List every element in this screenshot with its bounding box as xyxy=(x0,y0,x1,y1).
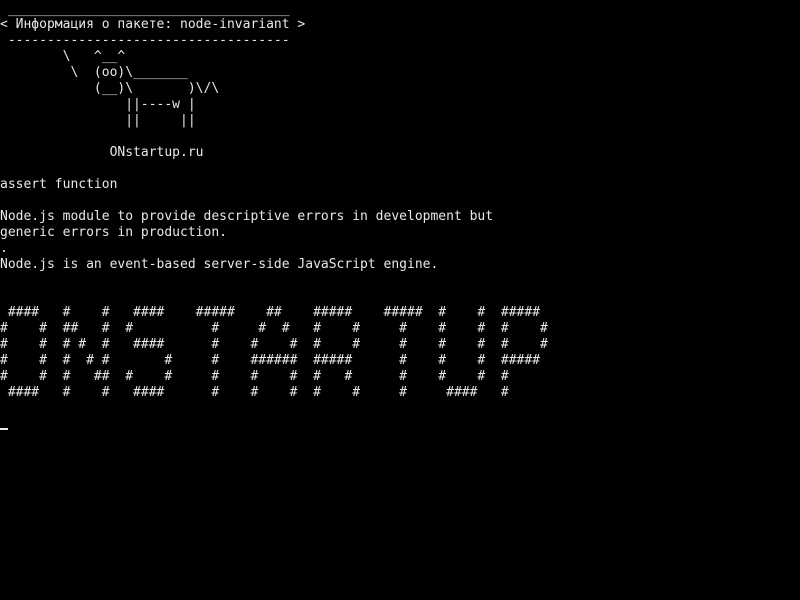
banner-art-line: # # # # # #### # # # # # # # # # # xyxy=(0,337,548,352)
cow-art-line: ||----w | xyxy=(0,97,196,112)
banner-art-line: #### # # #### ##### ## ##### ##### # # #… xyxy=(0,305,541,320)
site-name: ONstartup.ru xyxy=(0,145,204,160)
package-info-line: < Информация о пакете: node-invariant > xyxy=(0,17,306,32)
text-cursor xyxy=(0,428,8,430)
cow-speech-bottom-border: ------------------------------------ xyxy=(0,33,290,48)
description-title: assert function xyxy=(0,177,118,192)
cow-art-line: || || xyxy=(0,113,196,128)
banner-art-line: #### # # #### # # # # # # #### # xyxy=(0,385,509,400)
description-line: generic errors in production. xyxy=(0,225,227,240)
banner-art-line: # # # # # # # ###### ##### # # # ##### xyxy=(0,353,541,368)
description-line: Node.js module to provide descriptive er… xyxy=(0,209,494,224)
cow-art-line: (__)\ )\/\ xyxy=(0,81,220,96)
cow-art-line: \ (oo)\_______ xyxy=(0,65,188,80)
banner-art-line: # # # ## # # # # # # # # # # # xyxy=(0,369,509,384)
terminal-window[interactable]: ____________________________________ < И… xyxy=(0,0,800,600)
cow-speech-top-border: ____________________________________ xyxy=(0,2,290,17)
description-line: . xyxy=(0,241,8,256)
description-line: Node.js is an event-based server-side Ja… xyxy=(0,257,439,272)
banner-art-line: # # ## # # # # # # # # # # # # xyxy=(0,321,548,336)
cow-art-line: \ ^__^ xyxy=(0,49,126,64)
